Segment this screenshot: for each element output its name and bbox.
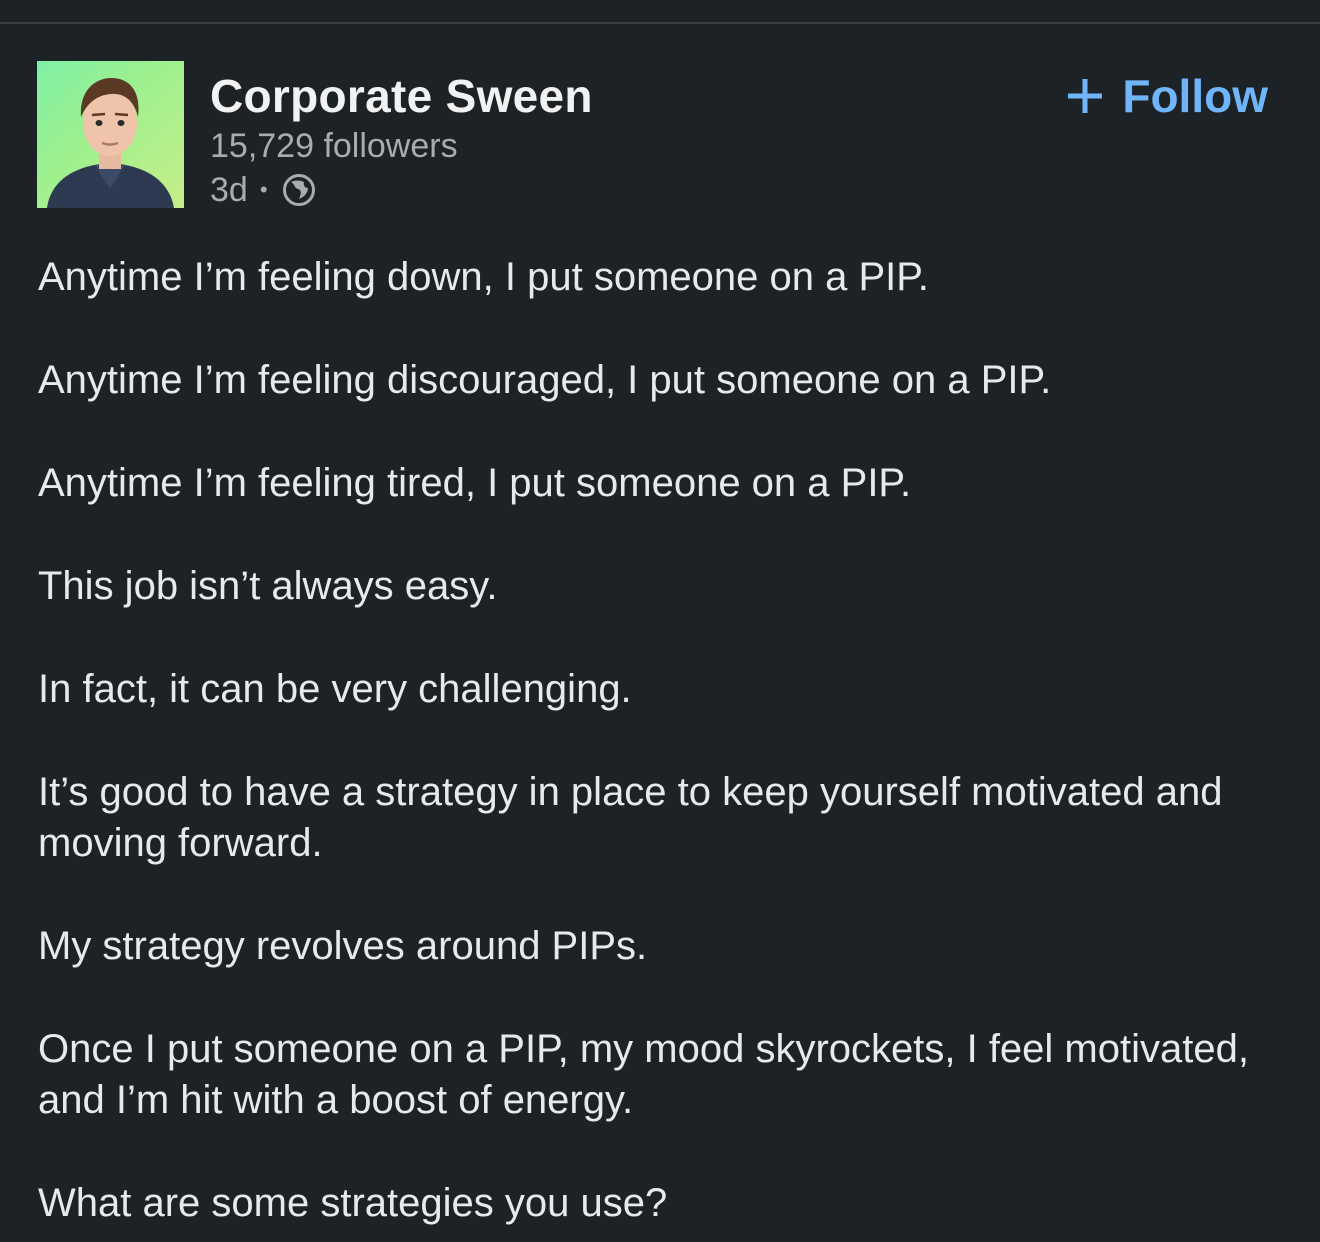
post-paragraph: This job isn’t always easy. — [38, 564, 498, 608]
follow-button[interactable]: Follow — [1066, 68, 1268, 124]
post-paragraph: Anytime I’m feeling discouraged, I put s… — [38, 358, 1052, 402]
meta-separator: • — [259, 177, 268, 202]
post-paragraph: It’s good to have a strategy in place to… — [38, 770, 1223, 865]
post-time: 3d — [210, 171, 248, 209]
post-paragraph: In fact, it can be very challenging. — [38, 667, 632, 711]
globe-icon — [282, 174, 315, 206]
plus-icon — [1068, 79, 1103, 113]
follow-label: Follow — [1122, 70, 1268, 122]
post-body: Anytime I’m feeling down, I put someone … — [38, 252, 1288, 1242]
top-divider — [0, 22, 1320, 24]
post-paragraph: Anytime I’m feeling tired, I put someone… — [38, 461, 912, 505]
post-meta: 3d • — [210, 170, 316, 210]
post-paragraph: Once I put someone on a PIP, my mood sky… — [38, 1027, 1249, 1122]
post-paragraph: My strategy revolves around PIPs. — [38, 924, 648, 968]
post-paragraph: Anytime I’m feeling down, I put someone … — [38, 255, 929, 299]
avatar-portrait-icon — [47, 77, 174, 208]
avatar[interactable] — [37, 61, 184, 208]
post-paragraph: What are some strategies you use? — [38, 1181, 668, 1225]
author-name[interactable]: Corporate Sween — [210, 70, 593, 122]
follower-count: 15,729 followers — [210, 127, 458, 165]
